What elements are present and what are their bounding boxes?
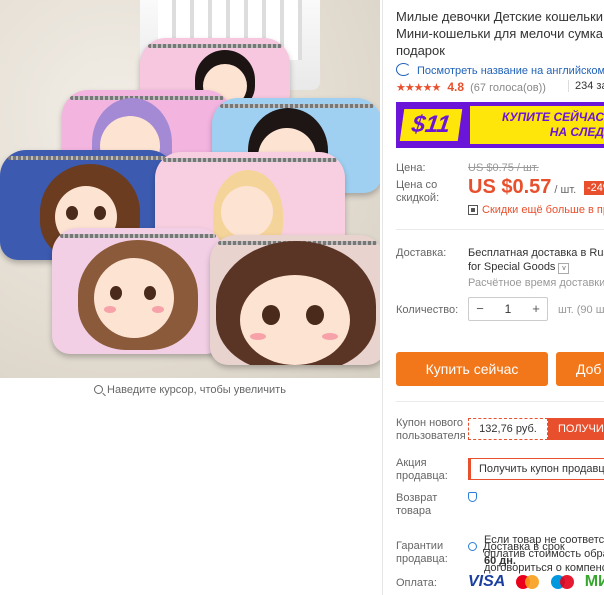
section-divider — [396, 229, 604, 230]
quantity-stepper[interactable]: − 1 + — [468, 297, 548, 321]
new-user-coupon-value: 132,76 руб. — [468, 418, 548, 440]
seller-promo-label: Акция продавца: — [396, 457, 448, 482]
get-coupon-button[interactable]: ПОЛУЧИТЬ — [548, 418, 604, 440]
magnifier-icon — [94, 385, 104, 394]
product-main-image[interactable] — [0, 0, 380, 378]
shield-icon — [468, 492, 477, 502]
app-discount-link[interactable]: Скидки ещё больше в пр — [468, 204, 604, 216]
chevron-down-icon[interactable]: v — [558, 263, 570, 274]
qr-code-icon — [468, 205, 478, 215]
buy-now-button[interactable]: Купить сейчас — [396, 352, 548, 386]
promo-amount: $11 — [399, 109, 463, 141]
coin-purse-image — [210, 235, 380, 365]
price-value: US $0.57 — [468, 176, 552, 198]
product-title: Милые девочки Детские кошельки Мини-коше… — [396, 8, 604, 59]
shipping-line: for Special Goods — [468, 261, 556, 273]
guarantee-label: Гарантии продавца: — [396, 540, 448, 565]
shipping-option[interactable]: Бесплатная доставка в Rus for Special Go… — [468, 246, 604, 274]
star-rating-icon: ★★★★★ — [396, 82, 441, 94]
rating-value: 4.8 — [447, 80, 465, 94]
quantity-input[interactable]: 1 — [491, 298, 525, 320]
shipping-estimate: Расчётное время доставки — [468, 277, 604, 289]
returns-label: Возврат товара — [396, 492, 438, 517]
promo-text: КУПИТЕ СЕЙЧАС НА СЛЕД — [470, 106, 604, 144]
add-to-cart-button[interactable]: Доб — [556, 352, 604, 386]
visa-logo: VISA — [468, 573, 506, 590]
votes-count: (67 голоса(ов)) — [470, 82, 546, 94]
discount-price-label: Цена со скидкой: — [396, 179, 440, 204]
coin-purse-image — [52, 228, 224, 354]
shipping-line: Бесплатная доставка в Rus — [468, 247, 604, 259]
zoom-hint: Наведите курсор, чтобы увеличить — [0, 384, 380, 396]
old-price: US $0.75 / шт. — [468, 162, 539, 174]
translate-title-link[interactable]: Посмотреть название на английском — [396, 63, 604, 77]
app-discount-text: Скидки ещё больше в пр — [482, 204, 604, 216]
get-seller-coupon-button[interactable]: Получить купон продавца — [468, 458, 604, 480]
new-user-coupon-label: Купон нового пользователя — [396, 417, 466, 442]
payment-label: Оплата: — [396, 577, 437, 589]
clock-icon — [468, 542, 477, 551]
rating[interactable]: ★★★★★ 4.8 (67 голоса(ов)) — [396, 80, 546, 94]
guarantee-line: Доставка в срок — [483, 541, 565, 553]
price-label: Цена: — [396, 162, 426, 174]
orders-count: 234 за — [568, 80, 604, 92]
product-title-line: подарок — [396, 43, 445, 58]
guarantee-days: 60 дн. — [484, 555, 516, 567]
mastercard-icon — [514, 573, 542, 591]
discount-price: US $0.57/ шт. — [468, 176, 576, 199]
price-unit: / шт. — [554, 184, 577, 196]
shipping-label: Доставка: — [396, 247, 447, 259]
translate-link-text: Посмотреть название на английском — [417, 65, 604, 77]
payment-methods: VISA МИ — [468, 573, 604, 593]
column-divider — [382, 0, 383, 595]
maestro-icon — [549, 573, 577, 591]
section-divider — [396, 401, 604, 402]
quantity-increase-button[interactable]: + — [525, 298, 547, 320]
zoom-hint-text: Наведите курсор, чтобы увеличить — [107, 384, 286, 396]
guarantee-info: Доставка в срок 60 дн. — [468, 540, 565, 568]
quantity-label: Количество: — [396, 304, 459, 316]
product-title-line: Милые девочки Детские кошельки — [396, 9, 604, 24]
translate-icon — [396, 63, 411, 76]
quantity-decrease-button[interactable]: − — [469, 298, 491, 320]
product-title-line: Мини-кошельки для мелочи сумка — [396, 26, 603, 41]
promo-banner[interactable]: $11 КУПИТЕ СЕЙЧАС НА СЛЕД — [396, 102, 604, 148]
discount-badge: -24% — [584, 181, 604, 195]
mir-logo: МИ — [584, 573, 604, 590]
stock-info: шт. (90 шт — [558, 304, 604, 316]
